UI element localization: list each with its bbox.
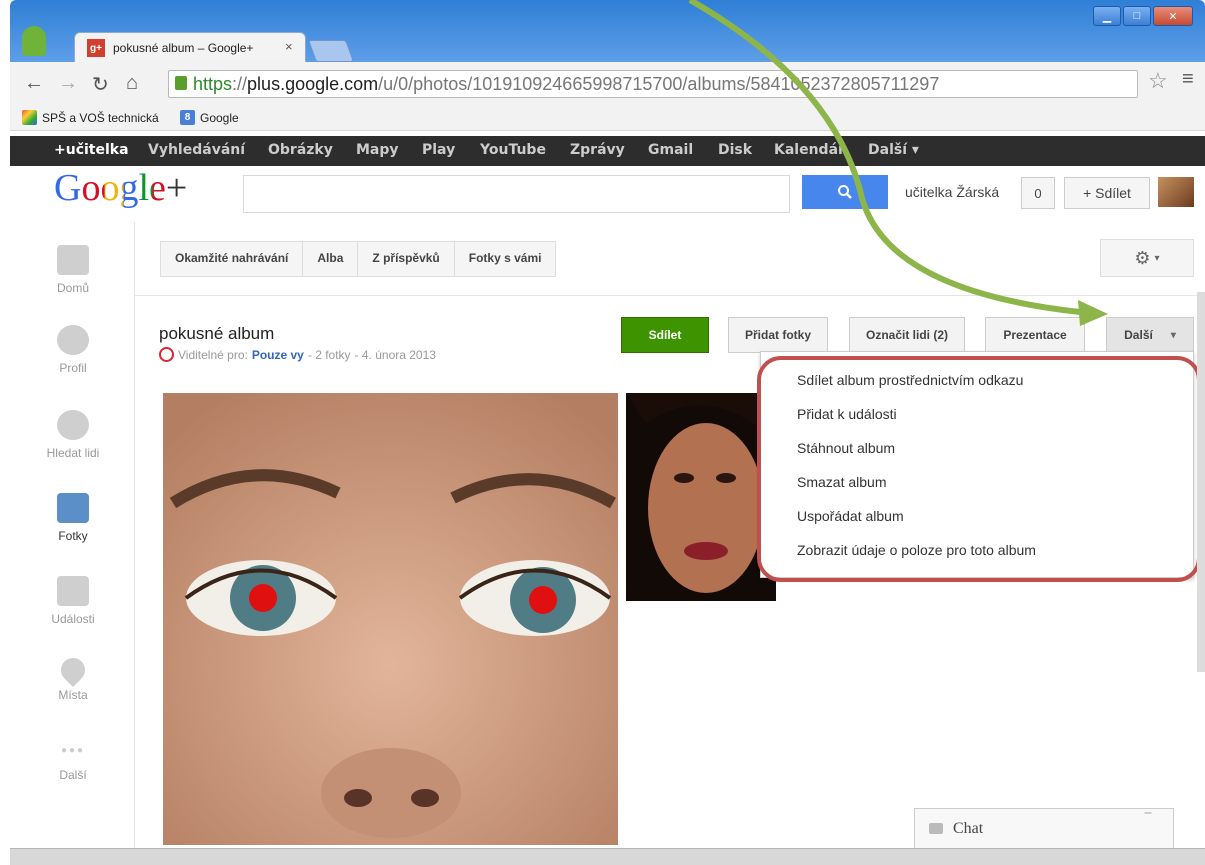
chat-label: Chat [953,820,984,837]
minimize-chat-icon[interactable]: ‾ [1145,811,1151,832]
annotation-arrow [688,0,1108,326]
scrollbar[interactable] [1197,292,1205,672]
status-bar [10,848,1205,865]
chat-icon [929,823,943,834]
